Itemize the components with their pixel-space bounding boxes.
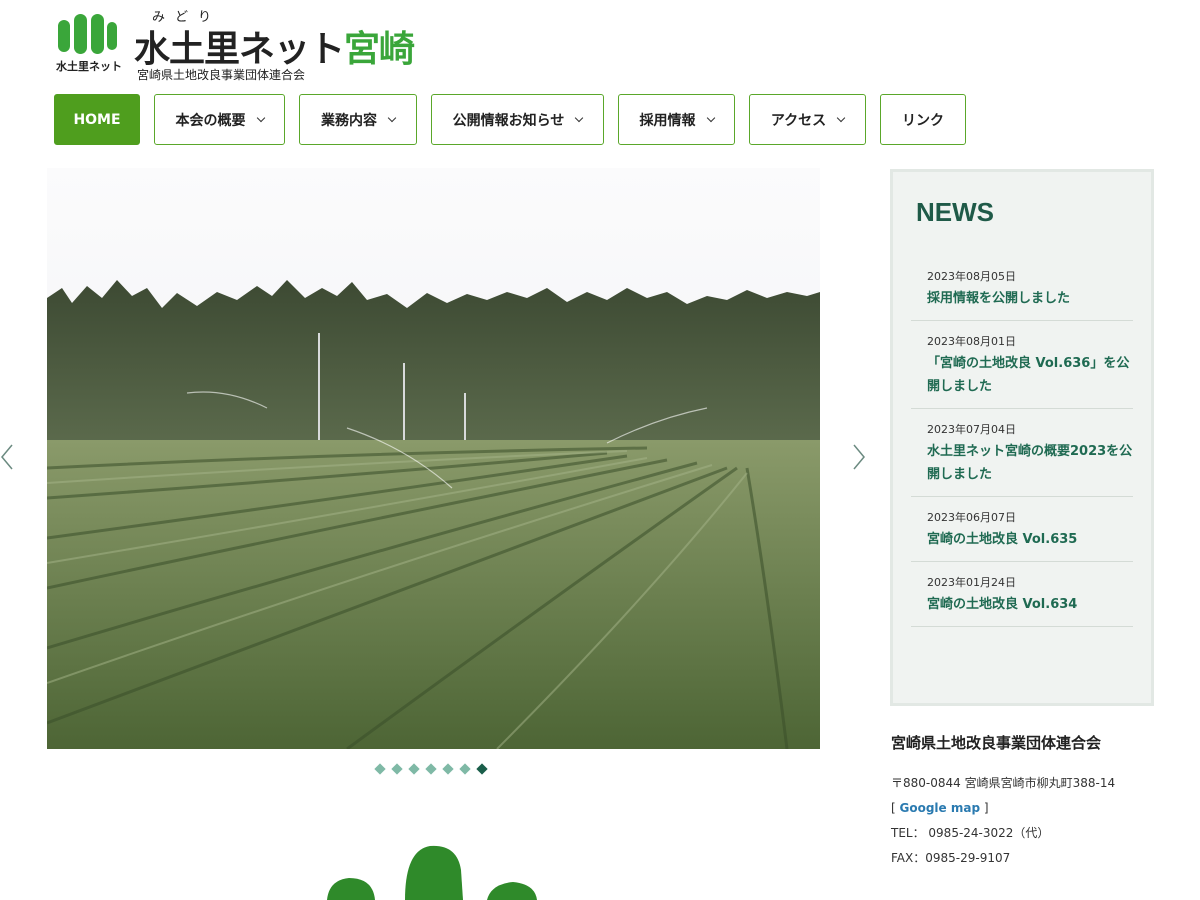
news-item[interactable]: 2023年07月04日 水土里ネット宮崎の概要2023を公開しました (911, 409, 1133, 497)
map-bracket-open: [ (891, 801, 900, 815)
chevron-down-icon (575, 113, 584, 122)
news-link[interactable]: 水土里ネット宮崎の概要2023を公開しました (927, 440, 1133, 486)
nav-public-info[interactable]: 公開情報お知らせ (431, 94, 604, 145)
site-logo[interactable]: 水土里ネット みどり 水土里ネット宮崎 宮崎県土地改良事業団体連合会 (54, 6, 415, 84)
news-item[interactable]: 2023年08月05日 採用情報を公開しました (911, 256, 1133, 321)
main-nav: HOME 本会の概要 業務内容 公開情報お知らせ 採用情報 アクセス リンク (54, 94, 966, 145)
news-date: 2023年08月01日 (927, 335, 1016, 348)
org-fax: FAX：0985-29-9107 (891, 851, 1011, 865)
diamond-icon (424, 762, 437, 775)
logo-title: 水土里ネット宮崎 (134, 20, 415, 72)
news-link[interactable]: 「宮崎の土地改良 Vol.636」を公開しました (927, 352, 1133, 398)
logo-subtitle: 宮崎県土地改良事業団体連合会 (137, 68, 306, 82)
news-item[interactable]: 2023年06月07日 宮崎の土地改良 Vol.635 (911, 497, 1133, 562)
hero-slider[interactable] (47, 168, 820, 749)
logo-title-accent: 宮崎 (344, 29, 415, 70)
slider-dot[interactable] (458, 762, 471, 775)
map-bracket-close: ] (980, 801, 989, 815)
org-info: 宮崎県土地改良事業団体連合会 〒880-0844 宮崎県宮崎市柳丸町388-14… (891, 732, 1191, 871)
org-tel: TEL： 0985-24-3022（代） (891, 826, 1050, 840)
nav-home[interactable]: HOME (54, 94, 140, 145)
diamond-icon (475, 762, 488, 775)
nav-about-label: 本会の概要 (175, 112, 246, 129)
news-list: 2023年08月05日 採用情報を公開しました 2023年08月01日 「宮崎の… (911, 256, 1133, 627)
news-date: 2023年01月24日 (927, 576, 1016, 589)
nav-public-info-label: 公開情報お知らせ (452, 112, 565, 129)
news-link[interactable]: 宮崎の土地改良 Vol.634 (927, 593, 1133, 616)
slider-dot-active[interactable] (475, 762, 488, 775)
logo-mark-caption: 水土里ネット (56, 60, 122, 73)
nav-access-label: アクセス (770, 112, 827, 129)
chevron-down-icon (836, 113, 846, 122)
nav-links-label: リンク (902, 112, 944, 129)
news-title: NEWS (916, 197, 994, 227)
slider-prev-button[interactable] (0, 443, 14, 471)
news-item[interactable]: 2023年01月24日 宮崎の土地改良 Vol.634 (911, 562, 1133, 627)
hand-mascot-icon (327, 845, 537, 900)
news-date: 2023年08月05日 (927, 270, 1016, 283)
chevron-right-icon (853, 444, 865, 470)
news-panel: NEWS 2023年08月05日 採用情報を公開しました 2023年08月01日… (890, 169, 1154, 706)
diamond-icon (373, 762, 386, 775)
slider-dot[interactable] (373, 762, 386, 775)
slider-dots (373, 762, 488, 775)
nav-links[interactable]: リンク (880, 94, 966, 145)
slider-dot[interactable] (424, 762, 437, 775)
org-map-line: [ Google map ] (891, 796, 1191, 821)
chevron-down-icon (387, 113, 397, 122)
news-item[interactable]: 2023年08月01日 「宮崎の土地改良 Vol.636」を公開しました (911, 321, 1133, 409)
nav-home-label: HOME (73, 111, 121, 128)
diamond-icon (458, 762, 471, 775)
slider-dot[interactable] (407, 762, 420, 775)
nav-recruit-label: 採用情報 (639, 112, 696, 129)
org-name: 宮崎県土地改良事業団体連合会 (891, 734, 1102, 752)
diamond-icon (390, 762, 403, 775)
nav-services-label: 業務内容 (321, 112, 377, 129)
news-link[interactable]: 宮崎の土地改良 Vol.635 (927, 528, 1133, 551)
slider-dot[interactable] (390, 762, 403, 775)
nav-access[interactable]: アクセス (749, 94, 866, 145)
chevron-left-icon (1, 444, 13, 470)
diamond-icon (441, 762, 454, 775)
chevron-down-icon (256, 113, 265, 122)
slider-dot[interactable] (441, 762, 454, 775)
diamond-icon (407, 762, 420, 775)
nav-recruit[interactable]: 採用情報 (618, 94, 735, 145)
nav-services[interactable]: 業務内容 (299, 94, 417, 145)
logo-title-main: 水土里ネット (134, 29, 345, 70)
nav-about[interactable]: 本会の概要 (154, 94, 285, 145)
news-date: 2023年07月04日 (927, 423, 1016, 436)
news-date: 2023年06月07日 (927, 511, 1016, 524)
news-link[interactable]: 採用情報を公開しました (927, 287, 1133, 310)
slider-next-button[interactable] (852, 443, 866, 471)
slide-image-tea-field (47, 168, 820, 749)
org-address: 〒880-0844 宮崎県宮崎市柳丸町388-14 (891, 776, 1116, 790)
chevron-down-icon (706, 113, 715, 122)
google-map-link[interactable]: Google map (900, 801, 981, 815)
